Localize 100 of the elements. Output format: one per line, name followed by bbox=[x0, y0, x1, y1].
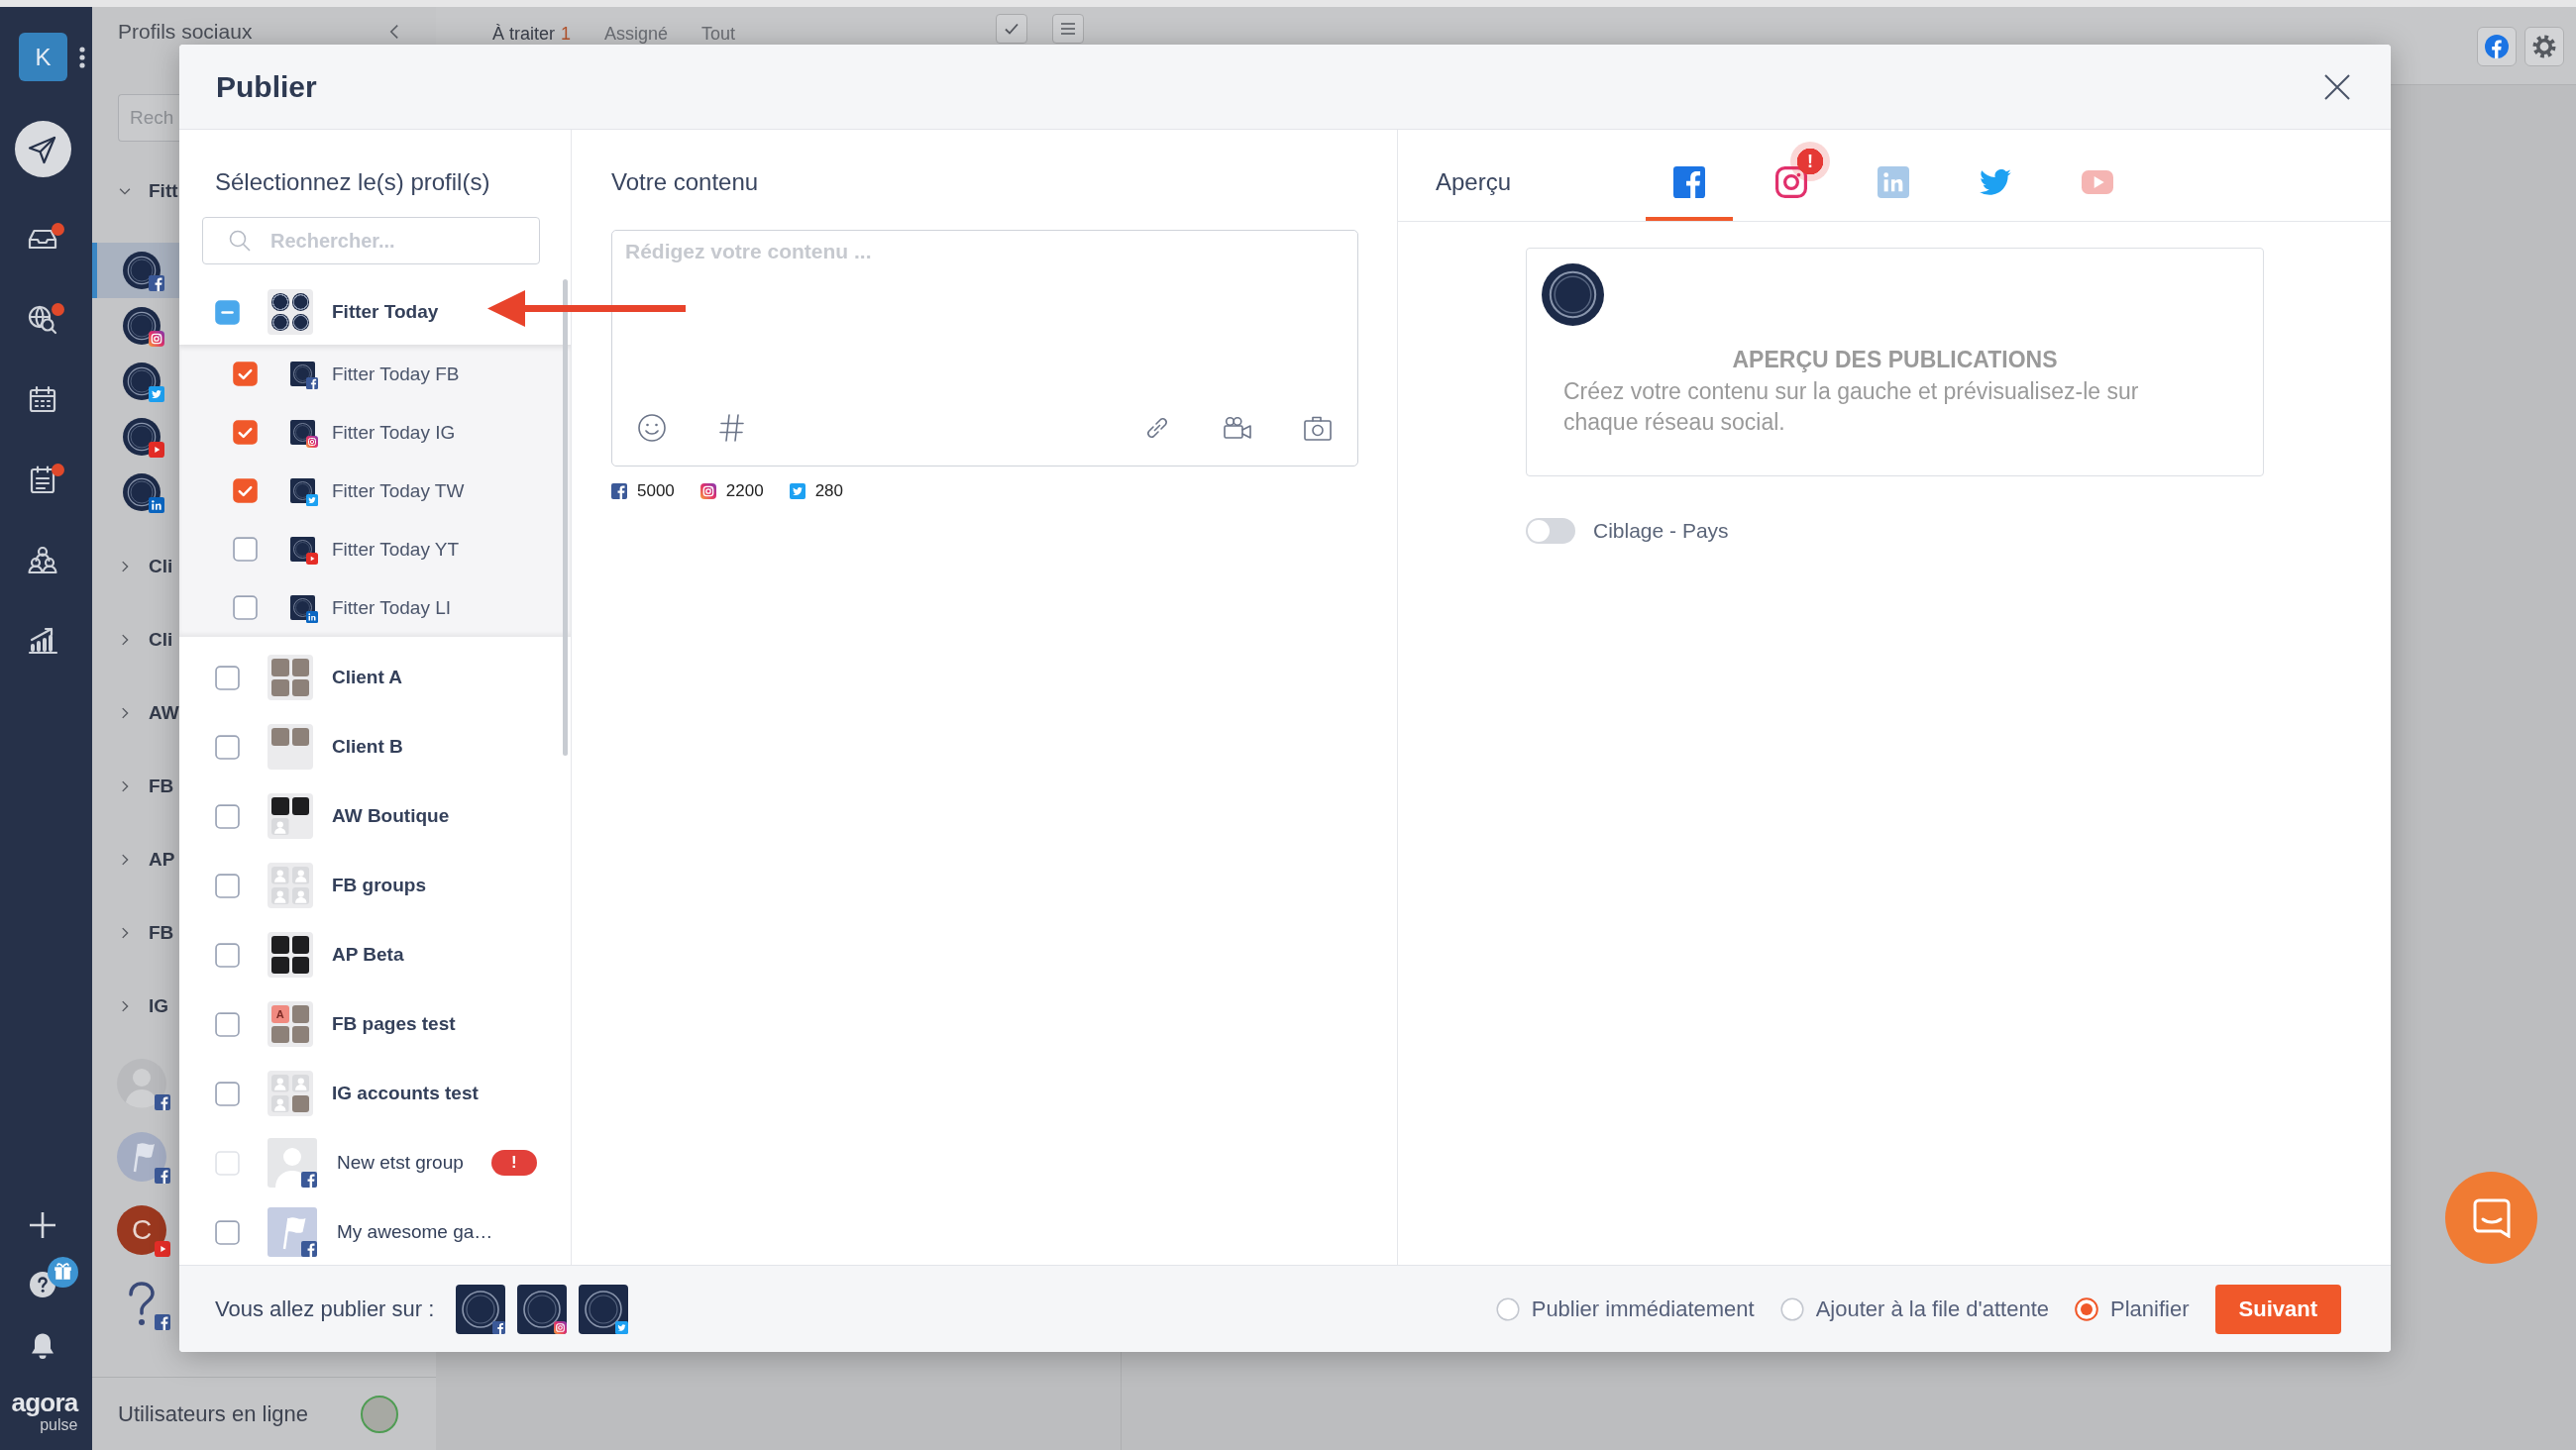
photo-placeholder bbox=[291, 1025, 309, 1043]
photo-placeholder bbox=[271, 956, 289, 974]
checkbox[interactable] bbox=[215, 1219, 240, 1245]
logo-avatar-icon bbox=[517, 1284, 568, 1334]
chevron-right-icon[interactable] bbox=[119, 854, 131, 866]
header-action-button[interactable] bbox=[2477, 27, 2517, 66]
group-label[interactable]: AW bbox=[149, 702, 179, 724]
group-label[interactable]: FB bbox=[149, 776, 174, 797]
close-icon[interactable] bbox=[2324, 73, 2350, 100]
chevron-right-icon[interactable] bbox=[119, 634, 131, 646]
radio-button[interactable] bbox=[2075, 1296, 2099, 1321]
settings-icon bbox=[2532, 35, 2556, 58]
chat-bubble-icon bbox=[2471, 1197, 2512, 1238]
photo-placeholder bbox=[291, 797, 309, 815]
group-label[interactable]: FB bbox=[149, 922, 174, 944]
checkbox[interactable] bbox=[233, 595, 258, 620]
photo-placeholder bbox=[291, 1005, 309, 1023]
chevron-right-icon[interactable] bbox=[119, 1000, 131, 1012]
profile-name: Client A bbox=[332, 667, 403, 688]
chevron-right-icon[interactable] bbox=[119, 780, 131, 792]
checkbox[interactable] bbox=[215, 803, 240, 829]
toggle-label: Ciblage - Pays bbox=[1593, 519, 1729, 543]
photo-placeholder bbox=[291, 1094, 309, 1112]
photo-placeholder bbox=[271, 728, 289, 746]
chevron-right-icon[interactable] bbox=[119, 927, 131, 939]
search-field[interactable]: Rechercher... bbox=[202, 217, 540, 264]
youtube-icon bbox=[155, 1241, 170, 1257]
inbox-tab[interactable]: Tout bbox=[701, 24, 736, 44]
character-limit: 2200 bbox=[725, 481, 764, 501]
search-icon bbox=[229, 230, 251, 252]
profile-name: My awesome ga… bbox=[337, 1221, 493, 1243]
photo-placeholder bbox=[271, 678, 289, 696]
inbox-tab[interactable]: À traiter 1 bbox=[492, 24, 572, 44]
radio-button[interactable] bbox=[1495, 1296, 1520, 1321]
facebook-icon bbox=[149, 275, 164, 291]
next-button[interactable]: Suivant bbox=[2214, 1284, 2341, 1334]
scrollbar[interactable] bbox=[563, 279, 568, 756]
profile-name: New etst group bbox=[337, 1152, 464, 1174]
person-icon bbox=[291, 867, 309, 884]
profile-name: Client B bbox=[332, 736, 403, 758]
checkbox[interactable] bbox=[233, 420, 258, 445]
toolbar-button[interactable] bbox=[996, 14, 1027, 44]
preview-tab[interactable]: ! bbox=[1748, 130, 1836, 221]
plus-icon[interactable] bbox=[28, 1210, 57, 1240]
group-label[interactable]: IG bbox=[149, 995, 169, 1017]
header-action-button[interactable] bbox=[2524, 27, 2564, 66]
search-field[interactable]: Rech bbox=[118, 94, 179, 142]
radio-label[interactable]: Planifier bbox=[2110, 1295, 2190, 1322]
checkbox[interactable] bbox=[233, 478, 258, 503]
logo-avatar-icon bbox=[579, 1284, 629, 1334]
account-avatar[interactable]: K bbox=[19, 33, 67, 81]
facebook-icon bbox=[155, 1168, 170, 1184]
profile-name: Fitter Today bbox=[332, 301, 439, 323]
group-label[interactable]: Fitt bbox=[149, 180, 178, 202]
group-label[interactable]: Cli bbox=[149, 629, 173, 651]
checkbox[interactable] bbox=[233, 537, 258, 562]
preview-title: APERÇU DES PUBLICATIONS bbox=[1731, 347, 2059, 372]
flag-avatar-icon bbox=[117, 1132, 166, 1182]
photo-placeholder bbox=[291, 936, 309, 954]
radio-label[interactable]: Ajouter à la file d'attente bbox=[1815, 1295, 2050, 1322]
chevron-down-icon[interactable] bbox=[119, 185, 131, 197]
facebook-icon bbox=[611, 483, 627, 499]
bell-icon[interactable] bbox=[30, 1332, 55, 1360]
toggle-switch[interactable] bbox=[1526, 518, 1575, 544]
logo-avatar-icon bbox=[123, 307, 161, 345]
hashtag-icon[interactable] bbox=[717, 413, 747, 443]
profile-name: FB pages test bbox=[332, 1013, 456, 1035]
user-avatar[interactable] bbox=[361, 1395, 398, 1433]
checkbox[interactable] bbox=[233, 362, 258, 386]
checkbox[interactable] bbox=[215, 665, 240, 690]
youtube-icon bbox=[306, 553, 318, 565]
checkbox[interactable] bbox=[215, 734, 240, 760]
gift-icon bbox=[48, 1257, 78, 1288]
smiley-icon[interactable] bbox=[637, 413, 667, 443]
section-heading: Votre contenu bbox=[611, 167, 760, 197]
inbox-tab[interactable]: Assigné bbox=[604, 24, 669, 44]
content-editor[interactable]: Rédigez votre contenu ... bbox=[611, 230, 1358, 466]
radio-label[interactable]: Publier immédiatement bbox=[1531, 1295, 1755, 1322]
checkbox[interactable] bbox=[215, 942, 240, 968]
group-label[interactable]: Cli bbox=[149, 556, 173, 577]
photo-placeholder bbox=[271, 797, 289, 815]
toolbar-button[interactable] bbox=[1052, 14, 1084, 44]
checkbox[interactable] bbox=[215, 873, 240, 898]
group-label[interactable]: AP bbox=[149, 849, 175, 871]
chevron-right-icon[interactable] bbox=[119, 561, 131, 572]
chevron-right-icon[interactable] bbox=[119, 707, 131, 719]
checkbox[interactable] bbox=[215, 1081, 240, 1106]
radio-button[interactable] bbox=[1779, 1296, 1804, 1321]
account-row[interactable] bbox=[92, 243, 179, 298]
more-icon[interactable] bbox=[79, 46, 85, 68]
list-icon bbox=[1060, 21, 1076, 37]
facebook-icon bbox=[306, 377, 318, 389]
person-icon bbox=[271, 1094, 289, 1112]
character-limit: 5000 bbox=[637, 481, 675, 501]
checkbox[interactable] bbox=[215, 1011, 240, 1037]
person-icon bbox=[291, 1075, 309, 1092]
twitter-icon bbox=[789, 483, 805, 499]
chevron-left-icon[interactable] bbox=[389, 24, 399, 40]
nav-button[interactable] bbox=[14, 121, 71, 177]
checkbox[interactable] bbox=[215, 299, 240, 325]
